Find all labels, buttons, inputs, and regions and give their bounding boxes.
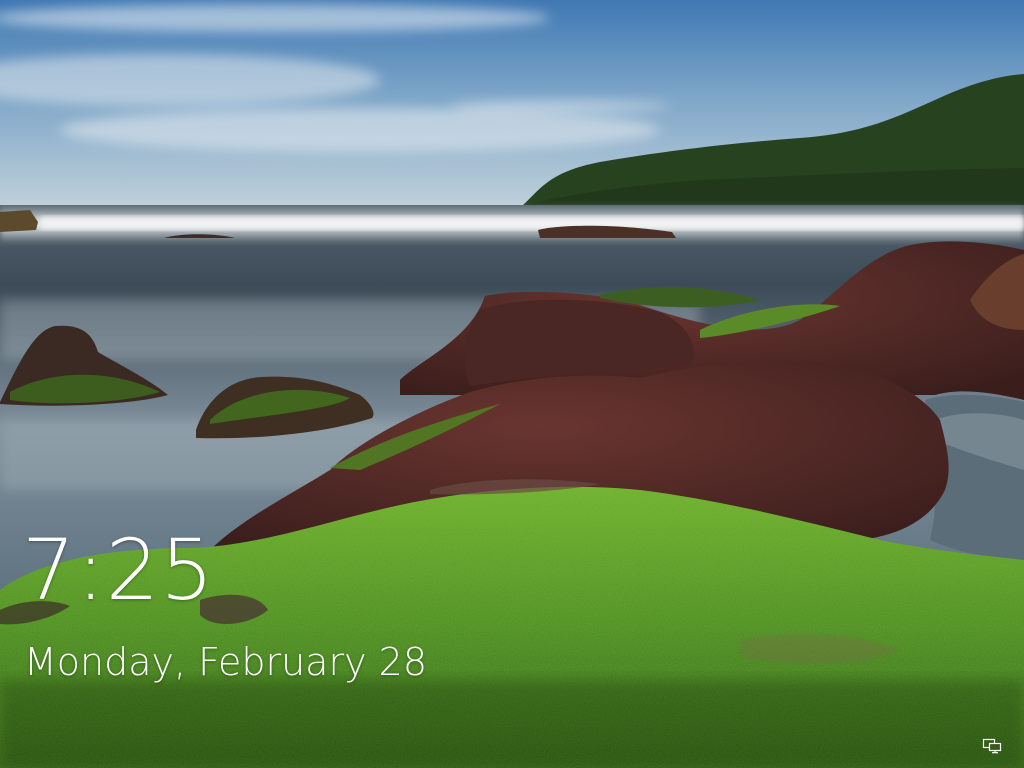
lock-screen-date: Monday, February 28 (24, 640, 427, 684)
lock-screen[interactable]: 7:25 Monday, February 28 (0, 0, 1024, 768)
network-wired-icon[interactable] (982, 738, 1002, 754)
lock-screen-time: 7:25 (22, 521, 215, 619)
